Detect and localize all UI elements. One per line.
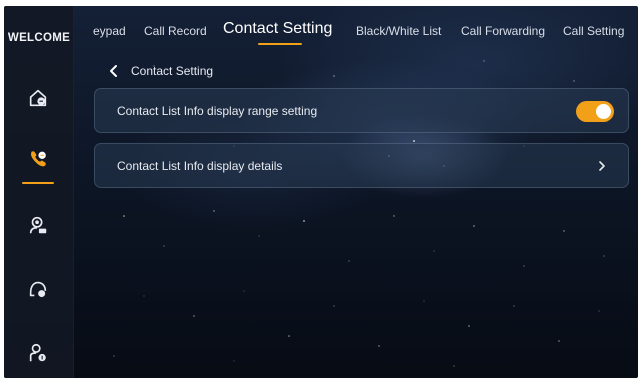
page-title: Contact Setting: [131, 64, 214, 78]
sidebar: WELCOME: [4, 6, 74, 378]
sidebar-item-monitor[interactable]: [19, 206, 57, 244]
back-button[interactable]: Contact Setting: [107, 61, 213, 81]
phone-contact-icon: [30, 151, 46, 167]
home-shield-icon: [29, 89, 47, 107]
tab-black-white-list[interactable]: Black/White List: [356, 24, 441, 38]
app-screen: WELCOME eypad Call Record Contact Settin…: [4, 6, 638, 378]
sidebar-item-service[interactable]: [19, 270, 57, 308]
starfield-background: [113, 60, 605, 367]
headset-icon: [29, 281, 47, 298]
person-settings-icon: [29, 216, 47, 234]
top-tab-bar: eypad Call Record Contact Setting Black/…: [93, 20, 638, 46]
tab-contact-setting[interactable]: Contact Setting: [223, 20, 332, 38]
tab-keypad[interactable]: eypad: [93, 24, 126, 38]
display-range-label: Contact List Info display range setting: [117, 103, 318, 118]
chevron-left-icon: [110, 65, 117, 77]
tab-call-forwarding[interactable]: Call Forwarding: [461, 24, 545, 38]
chevron-right-icon: [599, 161, 605, 171]
display-range-toggle[interactable]: [576, 101, 614, 122]
tab-call-setting[interactable]: Call Setting: [563, 24, 624, 38]
setting-row-display-details[interactable]: Contact List Info display details: [94, 143, 629, 188]
brand-title: WELCOME: [7, 32, 71, 44]
display-details-label: Contact List Info display details: [117, 158, 283, 173]
tab-call-record[interactable]: Call Record: [144, 24, 207, 38]
user-info-icon: [29, 343, 46, 362]
sidebar-item-call[interactable]: [19, 140, 57, 178]
active-tab-indicator: [258, 43, 302, 45]
setting-row-display-range[interactable]: Contact List Info display range setting: [94, 88, 629, 133]
sidebar-item-user[interactable]: [19, 334, 57, 372]
sidebar-item-home-security[interactable]: [19, 79, 57, 117]
sidebar-active-indicator: [22, 182, 54, 184]
toggle-knob: [596, 104, 611, 119]
